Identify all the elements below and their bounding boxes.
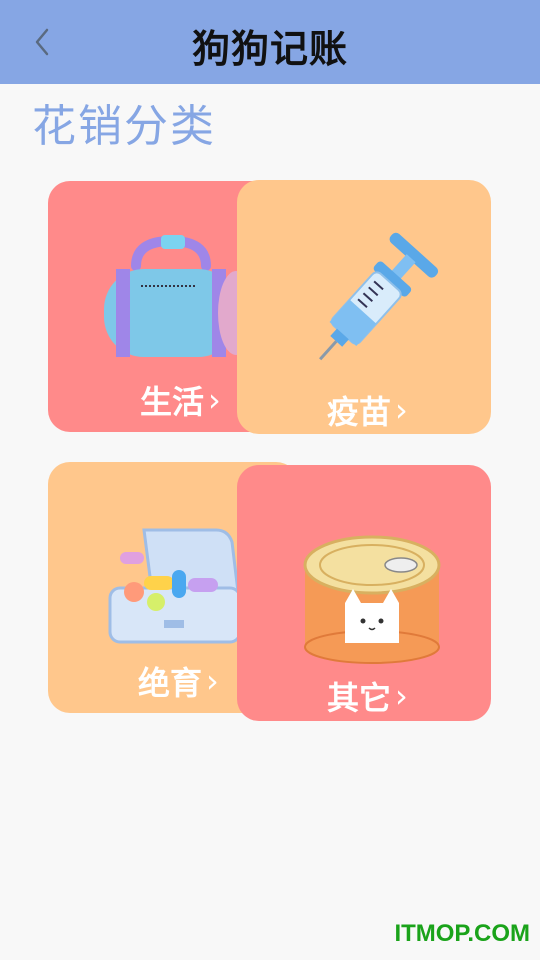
chevron-right-icon: › — [395, 391, 408, 429]
medicine-box-icon — [108, 528, 242, 644]
category-label-vaccine: 疫苗 › — [327, 387, 408, 433]
page-title: 狗狗记账 — [191, 27, 348, 71]
category-label-life: 生活 › — [140, 377, 221, 423]
syringe-icon — [319, 232, 439, 361]
bag-icon — [104, 235, 246, 357]
category-card-vaccine[interactable]: 疫苗 › — [237, 180, 491, 434]
category-label-text: 其它 — [327, 679, 392, 717]
chevron-right-icon: › — [395, 677, 408, 715]
watermark: ITMOP.COM — [394, 920, 530, 947]
category-label-sterilization: 绝育 › — [138, 658, 219, 704]
header-bar: 狗狗记账 — [0, 0, 540, 84]
chevron-right-icon: › — [206, 662, 219, 700]
section-title: 花销分类 — [32, 101, 216, 152]
cat-can-icon — [303, 535, 441, 664]
category-label-text: 疫苗 — [327, 393, 392, 431]
category-label-text: 绝育 — [138, 664, 203, 702]
category-card-other[interactable]: 其它 › — [237, 465, 491, 721]
category-label-other: 其它 › — [327, 673, 408, 719]
chevron-right-icon: › — [208, 381, 221, 419]
category-label-text: 生活 — [140, 383, 205, 421]
